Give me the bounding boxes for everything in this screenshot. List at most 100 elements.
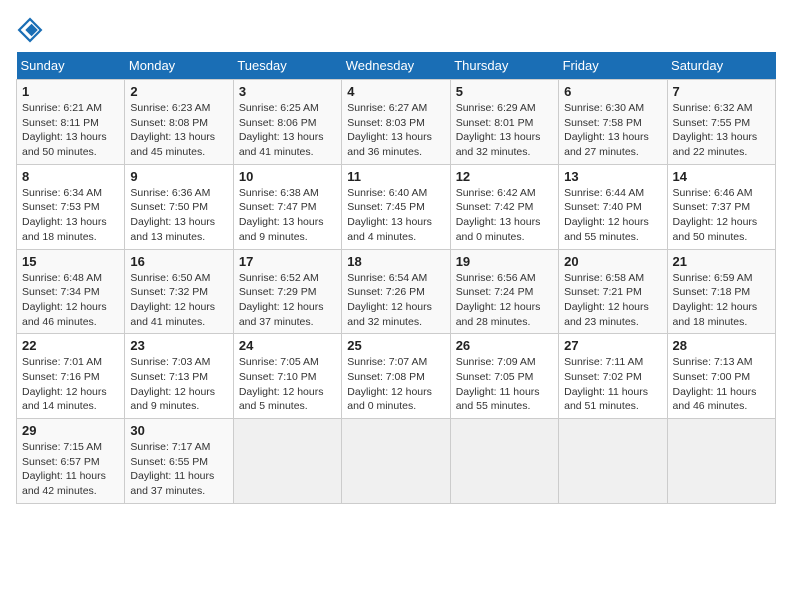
day-detail: Sunrise: 6:34 AMSunset: 7:53 PMDaylight:… — [22, 186, 119, 245]
day-number: 22 — [22, 338, 119, 353]
day-number: 13 — [564, 169, 661, 184]
calendar-cell: 4 Sunrise: 6:27 AMSunset: 8:03 PMDaylight… — [342, 80, 450, 165]
day-number: 5 — [456, 84, 553, 99]
day-detail: Sunrise: 6:52 AMSunset: 7:29 PMDaylight:… — [239, 271, 336, 330]
day-number: 23 — [130, 338, 227, 353]
calendar-cell: 8 Sunrise: 6:34 AMSunset: 7:53 PMDaylight… — [17, 164, 125, 249]
calendar-cell: 7 Sunrise: 6:32 AMSunset: 7:55 PMDaylight… — [667, 80, 775, 165]
day-detail: Sunrise: 6:38 AMSunset: 7:47 PMDaylight:… — [239, 186, 336, 245]
calendar-cell: 18 Sunrise: 6:54 AMSunset: 7:26 PMDayligh… — [342, 249, 450, 334]
calendar-week-row: 1 Sunrise: 6:21 AMSunset: 8:11 PMDaylight… — [17, 80, 776, 165]
day-detail: Sunrise: 6:48 AMSunset: 7:34 PMDaylight:… — [22, 271, 119, 330]
day-number: 18 — [347, 254, 444, 269]
calendar-cell: 19Sunrise: 6:56 AMSunset: 7:24 PMDayligh… — [450, 249, 558, 334]
day-detail: Sunrise: 6:25 AMSunset: 8:06 PMDaylight:… — [239, 101, 336, 160]
day-number: 14 — [673, 169, 770, 184]
calendar-week-row: 15 Sunrise: 6:48 AMSunset: 7:34 PMDayligh… — [17, 249, 776, 334]
day-detail: Sunrise: 6:21 AMSunset: 8:11 PMDaylight:… — [22, 101, 119, 160]
day-detail: Sunrise: 7:17 AMSunset: 6:55 PMDaylight:… — [130, 440, 227, 499]
day-number: 27 — [564, 338, 661, 353]
day-detail: Sunrise: 6:59 AMSunset: 7:18 PMDaylight:… — [673, 271, 770, 330]
day-detail: Sunrise: 7:15 AMSunset: 6:57 PMDaylight:… — [22, 440, 119, 499]
day-header-saturday: Saturday — [667, 52, 775, 80]
calendar-cell: 23 Sunrise: 7:03 AMSunset: 7:13 PMDayligh… — [125, 334, 233, 419]
day-number: 10 — [239, 169, 336, 184]
day-detail: Sunrise: 6:30 AMSunset: 7:58 PMDaylight:… — [564, 101, 661, 160]
day-number: 2 — [130, 84, 227, 99]
day-number: 25 — [347, 338, 444, 353]
day-detail: Sunrise: 6:36 AMSunset: 7:50 PMDaylight:… — [130, 186, 227, 245]
calendar-cell: 27 Sunrise: 7:11 AMSunset: 7:02 PMDayligh… — [559, 334, 667, 419]
day-detail: Sunrise: 7:11 AMSunset: 7:02 PMDaylight:… — [564, 355, 661, 414]
day-header-wednesday: Wednesday — [342, 52, 450, 80]
day-number: 24 — [239, 338, 336, 353]
day-number: 6 — [564, 84, 661, 99]
calendar-cell: 29Sunrise: 7:15 AMSunset: 6:57 PMDayligh… — [17, 419, 125, 504]
calendar-cell: 22 Sunrise: 7:01 AMSunset: 7:16 PMDayligh… — [17, 334, 125, 419]
day-detail: Sunrise: 6:42 AMSunset: 7:42 PMDaylight:… — [456, 186, 553, 245]
day-number: 11 — [347, 169, 444, 184]
day-header-sunday: Sunday — [17, 52, 125, 80]
calendar-cell: 10 Sunrise: 6:38 AMSunset: 7:47 PMDayligh… — [233, 164, 341, 249]
day-number: 26 — [456, 338, 553, 353]
calendar-cell: 25 Sunrise: 7:07 AMSunset: 7:08 PMDayligh… — [342, 334, 450, 419]
calendar-table: SundayMondayTuesdayWednesdayThursdayFrid… — [16, 52, 776, 504]
logo — [16, 16, 48, 44]
day-number: 3 — [239, 84, 336, 99]
day-number: 20 — [564, 254, 661, 269]
calendar-cell: 12 Sunrise: 6:42 AMSunset: 7:42 PMDayligh… — [450, 164, 558, 249]
calendar-cell: 9 Sunrise: 6:36 AMSunset: 7:50 PMDaylight… — [125, 164, 233, 249]
calendar-cell: 1 Sunrise: 6:21 AMSunset: 8:11 PMDaylight… — [17, 80, 125, 165]
day-number: 1 — [22, 84, 119, 99]
day-detail: Sunrise: 7:05 AMSunset: 7:10 PMDaylight:… — [239, 355, 336, 414]
day-number: 8 — [22, 169, 119, 184]
day-number: 12 — [456, 169, 553, 184]
calendar-cell — [342, 419, 450, 504]
calendar-header-row: SundayMondayTuesdayWednesdayThursdayFrid… — [17, 52, 776, 80]
calendar-cell: 24 Sunrise: 7:05 AMSunset: 7:10 PMDayligh… — [233, 334, 341, 419]
logo-icon — [16, 16, 44, 44]
day-detail: Sunrise: 6:32 AMSunset: 7:55 PMDaylight:… — [673, 101, 770, 160]
day-detail: Sunrise: 6:29 AMSunset: 8:01 PMDaylight:… — [456, 101, 553, 160]
day-number: 17 — [239, 254, 336, 269]
calendar-cell — [450, 419, 558, 504]
day-detail: Sunrise: 6:40 AMSunset: 7:45 PMDaylight:… — [347, 186, 444, 245]
calendar-week-row: 22 Sunrise: 7:01 AMSunset: 7:16 PMDayligh… — [17, 334, 776, 419]
day-detail: Sunrise: 6:44 AMSunset: 7:40 PMDaylight:… — [564, 186, 661, 245]
calendar-cell: 13 Sunrise: 6:44 AMSunset: 7:40 PMDayligh… — [559, 164, 667, 249]
day-detail: Sunrise: 6:50 AMSunset: 7:32 PMDaylight:… — [130, 271, 227, 330]
calendar-cell: 14Sunrise: 6:46 AMSunset: 7:37 PMDayligh… — [667, 164, 775, 249]
day-header-friday: Friday — [559, 52, 667, 80]
calendar-cell: 21 Sunrise: 6:59 AMSunset: 7:18 PMDayligh… — [667, 249, 775, 334]
calendar-cell — [233, 419, 341, 504]
calendar-cell — [667, 419, 775, 504]
calendar-cell: 15 Sunrise: 6:48 AMSunset: 7:34 PMDayligh… — [17, 249, 125, 334]
day-number: 7 — [673, 84, 770, 99]
calendar-week-row: 29Sunrise: 7:15 AMSunset: 6:57 PMDayligh… — [17, 419, 776, 504]
day-number: 9 — [130, 169, 227, 184]
day-detail: Sunrise: 7:09 AMSunset: 7:05 PMDaylight:… — [456, 355, 553, 414]
calendar-cell — [559, 419, 667, 504]
day-detail: Sunrise: 7:01 AMSunset: 7:16 PMDaylight:… — [22, 355, 119, 414]
calendar-cell: 26 Sunrise: 7:09 AMSunset: 7:05 PMDayligh… — [450, 334, 558, 419]
day-detail: Sunrise: 7:13 AMSunset: 7:00 PMDaylight:… — [673, 355, 770, 414]
day-number: 30 — [130, 423, 227, 438]
day-number: 4 — [347, 84, 444, 99]
day-detail: Sunrise: 6:23 AMSunset: 8:08 PMDaylight:… — [130, 101, 227, 160]
day-detail: Sunrise: 7:07 AMSunset: 7:08 PMDaylight:… — [347, 355, 444, 414]
calendar-cell: 30 Sunrise: 7:17 AMSunset: 6:55 PMDayligh… — [125, 419, 233, 504]
day-number: 15 — [22, 254, 119, 269]
calendar-cell: 6 Sunrise: 6:30 AMSunset: 7:58 PMDaylight… — [559, 80, 667, 165]
day-detail: Sunrise: 7:03 AMSunset: 7:13 PMDaylight:… — [130, 355, 227, 414]
calendar-cell: 16Sunrise: 6:50 AMSunset: 7:32 PMDayligh… — [125, 249, 233, 334]
day-detail: Sunrise: 6:27 AMSunset: 8:03 PMDaylight:… — [347, 101, 444, 160]
day-number: 19 — [456, 254, 553, 269]
calendar-cell: 11 Sunrise: 6:40 AMSunset: 7:45 PMDayligh… — [342, 164, 450, 249]
day-number: 21 — [673, 254, 770, 269]
day-header-thursday: Thursday — [450, 52, 558, 80]
day-detail: Sunrise: 6:54 AMSunset: 7:26 PMDaylight:… — [347, 271, 444, 330]
day-header-monday: Monday — [125, 52, 233, 80]
day-detail: Sunrise: 6:58 AMSunset: 7:21 PMDaylight:… — [564, 271, 661, 330]
calendar-cell: 28Sunrise: 7:13 AMSunset: 7:00 PMDayligh… — [667, 334, 775, 419]
day-header-tuesday: Tuesday — [233, 52, 341, 80]
